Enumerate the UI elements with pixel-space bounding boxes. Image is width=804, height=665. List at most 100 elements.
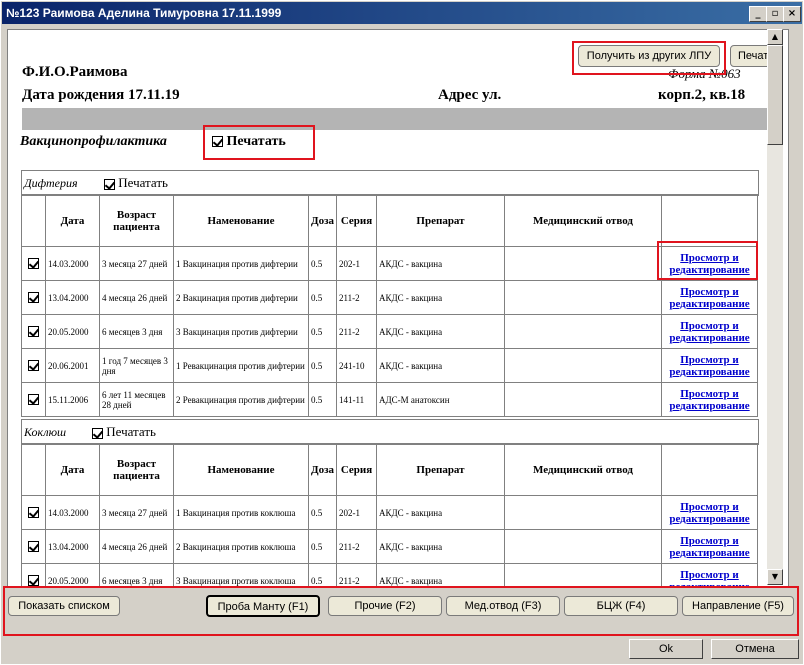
row-series: 211-2	[336, 280, 377, 315]
view-edit-link[interactable]: Просмотр и редактирование	[669, 286, 749, 310]
view-edit-link[interactable]: Просмотр и редактирование	[669, 354, 749, 378]
row-date: 13.04.2000	[45, 280, 100, 315]
row-link-cell: Просмотр и редактирование	[661, 495, 758, 530]
row-checkbox[interactable]	[28, 360, 39, 372]
row-checkbox-cell[interactable]	[21, 348, 46, 383]
col-name: Наменование	[173, 194, 309, 247]
col-drug: Препарат	[376, 194, 505, 247]
section-print-label: Печатать	[118, 175, 168, 190]
highlight-bottom-bar	[3, 586, 799, 636]
table-row: 15.11.2006 6 лет 11 месяцев 28 дней 2 Ре…	[21, 382, 758, 417]
row-drug: АКДС - вакцина	[376, 280, 505, 315]
row-checkbox-cell[interactable]	[21, 246, 46, 281]
row-link-cell: Просмотр и редактирование	[661, 382, 758, 417]
patient-address-corp: корп.2, кв.18	[658, 87, 746, 103]
row-name: 1 Вакцинация против коклюша	[173, 495, 309, 530]
row-checkbox-cell[interactable]	[21, 280, 46, 315]
row-age: 3 месяца 27 дней	[99, 246, 174, 281]
col-series: Серия	[336, 443, 377, 496]
row-age: 3 месяца 27 дней	[99, 495, 174, 530]
highlight-first-link	[657, 241, 758, 280]
section-print-checkbox[interactable]	[92, 427, 103, 439]
row-medotvod	[504, 280, 662, 315]
patient-dob: Дата рождения 17.11.19	[22, 87, 180, 103]
row-drug: АКДС - вакцина	[376, 563, 505, 586]
ok-button[interactable]: Ok	[629, 639, 703, 659]
view-edit-link[interactable]: Просмотр и редактирование	[669, 569, 749, 587]
row-checkbox[interactable]	[28, 394, 39, 406]
restore-button[interactable]: ▫	[766, 6, 784, 22]
row-link-cell: Просмотр и редактирование	[661, 563, 758, 587]
col-age: Возраст пациента	[99, 194, 174, 247]
row-medotvod	[504, 348, 662, 383]
row-checkbox-cell[interactable]	[21, 529, 46, 564]
section-print-label: Печатать	[106, 424, 156, 439]
row-drug: АДС-М анатоксин	[376, 382, 505, 417]
row-link-cell: Просмотр и редактирование	[661, 280, 758, 315]
row-series: 241-10	[336, 348, 377, 383]
col-date: Дата	[45, 194, 100, 247]
row-name: 3 Вакцинация против коклюша	[173, 563, 309, 586]
row-dose: 0.5	[308, 382, 337, 417]
row-checkbox[interactable]	[28, 326, 39, 338]
cancel-button[interactable]: Отмена	[711, 639, 799, 659]
row-checkbox-cell[interactable]	[21, 563, 46, 586]
section-print-toggle-diphtheria[interactable]: Печатать	[104, 175, 168, 191]
row-checkbox-cell[interactable]	[21, 495, 46, 530]
patient-fio: Ф.И.О.Раимова	[22, 64, 128, 80]
table-header-row: Дата Возраст пациента Наменование Доза С…	[21, 443, 758, 496]
scroll-down-arrow-icon[interactable]: ▼	[767, 569, 783, 585]
row-name: 1 Ревакцинация против дифтерии	[173, 348, 309, 383]
row-checkbox[interactable]	[28, 507, 39, 519]
row-medotvod	[504, 495, 662, 530]
row-date: 20.05.2000	[45, 563, 100, 586]
view-edit-link[interactable]: Просмотр и редактирование	[669, 388, 749, 412]
row-date: 14.03.2000	[45, 495, 100, 530]
row-series: 211-2	[336, 314, 377, 349]
vertical-scrollbar[interactable]: ▲ ▼	[767, 29, 783, 585]
view-edit-link[interactable]: Просмотр и редактирование	[669, 535, 749, 559]
table-row: 14.03.2000 3 месяца 27 дней 1 Вакцинация…	[21, 495, 758, 530]
table-row: 14.03.2000 3 месяца 27 дней 1 Вакцинация…	[21, 246, 758, 281]
row-age: 4 месяца 26 дней	[99, 280, 174, 315]
pertussis-table: Дата Возраст пациента Наменование Доза С…	[21, 443, 758, 587]
row-checkbox[interactable]	[28, 292, 39, 304]
row-date: 15.11.2006	[45, 382, 100, 417]
row-series: 211-2	[336, 563, 377, 586]
close-button[interactable]: ×	[783, 6, 801, 22]
table-row: 13.04.2000 4 месяца 26 дней 2 Вакцинация…	[21, 280, 758, 315]
diphtheria-table: Дата Возраст пациента Наменование Доза С…	[21, 194, 758, 417]
row-date: 13.04.2000	[45, 529, 100, 564]
row-series: 141-11	[336, 382, 377, 417]
col-name: Наменование	[173, 443, 309, 496]
row-dose: 0.5	[308, 314, 337, 349]
row-medotvod	[504, 382, 662, 417]
col-age: Возраст пациента	[99, 443, 174, 496]
row-name: 2 Ревакцинация против дифтерии	[173, 382, 309, 417]
minimize-button[interactable]: _	[749, 6, 767, 22]
row-dose: 0.5	[308, 495, 337, 530]
table-row: 20.06.2001 1 год 7 месяцев 3 дня 1 Ревак…	[21, 348, 758, 383]
scroll-up-arrow-icon[interactable]: ▲	[767, 29, 783, 45]
row-dose: 0.5	[308, 246, 337, 281]
row-checkbox-cell[interactable]	[21, 382, 46, 417]
row-checkbox[interactable]	[28, 575, 39, 586]
row-series: 202-1	[336, 495, 377, 530]
row-checkbox[interactable]	[28, 258, 39, 270]
section-print-toggle-pertussis[interactable]: Печатать	[92, 424, 156, 440]
row-medotvod	[504, 529, 662, 564]
highlight-get-other	[572, 41, 726, 75]
row-drug: АКДС - вакцина	[376, 529, 505, 564]
row-drug: АКДС - вакцина	[376, 348, 505, 383]
row-age: 6 месяцев 3 дня	[99, 563, 174, 586]
col-check	[21, 194, 46, 247]
view-edit-link[interactable]: Просмотр и редактирование	[669, 320, 749, 344]
row-checkbox[interactable]	[28, 541, 39, 553]
section-print-checkbox[interactable]	[104, 178, 115, 190]
row-dose: 0.5	[308, 348, 337, 383]
row-dose: 0.5	[308, 563, 337, 586]
row-checkbox-cell[interactable]	[21, 314, 46, 349]
scroll-thumb[interactable]	[767, 45, 783, 145]
view-edit-link[interactable]: Просмотр и редактирование	[669, 501, 749, 525]
highlight-vaccination-print	[203, 125, 315, 160]
